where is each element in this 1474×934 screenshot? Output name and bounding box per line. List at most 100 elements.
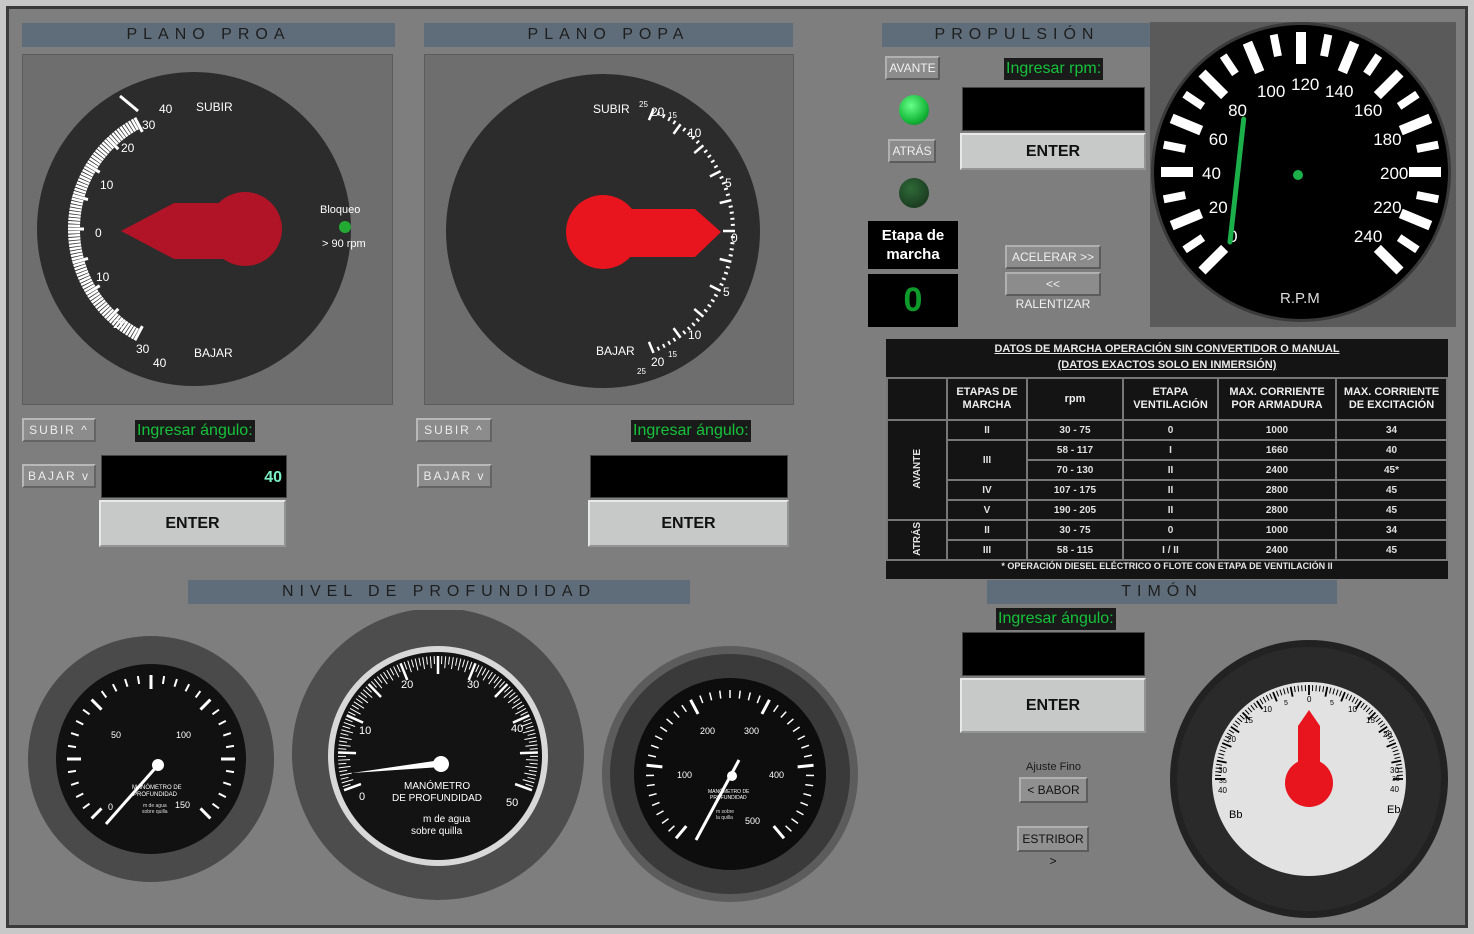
g3-tick (719, 690, 722, 699)
g3-tick (797, 763, 814, 769)
cell: III (946, 439, 1028, 481)
g2-text-2: DE PROFUNDIDAD (392, 793, 482, 804)
timon-enter-button[interactable]: ENTER (960, 678, 1146, 733)
avante-led (899, 95, 929, 125)
bloqueo-led (339, 221, 351, 233)
popa-tick (725, 193, 731, 197)
popa-tick (728, 205, 733, 208)
proa-bajar-button[interactable]: BAJAR v (22, 464, 96, 488)
cell: 0 (1122, 519, 1219, 541)
proa-tick-0: 0 (95, 226, 102, 240)
cell: 45 (1335, 479, 1448, 501)
cell: 190 - 205 (1026, 499, 1124, 521)
popa-enter-button[interactable]: ENTER (588, 500, 789, 547)
depth-gauge-2: 0 10 20 30 40 50 MANÓMETRO DE PROFUNDIDA… (292, 610, 584, 900)
timon-label-15r: 15 (1366, 716, 1375, 725)
proa-tick (68, 243, 82, 248)
cell: II (946, 419, 1028, 441)
g1-label-100: 100 (176, 730, 191, 740)
popa-bot-25: 25 (637, 367, 646, 376)
timon-angle-input[interactable] (962, 632, 1145, 676)
g2-label-40: 40 (511, 723, 523, 735)
rpm-enter-button[interactable]: ENTER (960, 133, 1146, 170)
th-ventilacion: ETAPA VENTILACIÓN (1122, 377, 1219, 421)
proa-tick-20: 20 (121, 141, 135, 155)
cell: 34 (1335, 519, 1448, 541)
babor-button[interactable]: < BABOR (1019, 777, 1088, 803)
estribor-button[interactable]: ESTRIBOR > (1017, 826, 1089, 868)
ralentizar-button[interactable]: << RALENTIZAR (1005, 272, 1101, 311)
g2-tick (338, 748, 347, 750)
cell: 2800 (1217, 479, 1337, 501)
g3-label-200: 200 (700, 726, 715, 736)
proa-gauge: SUBIR BAJAR 40 30 20 10 0 10 20 30 40 Bl… (37, 72, 366, 386)
bloqueo-rpm-label: > 90 rpm (322, 238, 366, 250)
rpm-label: 40 (1202, 164, 1221, 183)
depth-gauge-1-dial (56, 664, 246, 854)
rpm-label: 180 (1373, 130, 1401, 149)
rpm-tick (1269, 33, 1282, 58)
cell: 58 - 115 (1026, 539, 1124, 561)
cell: 58 - 117 (1026, 439, 1124, 461)
popa-bot-20: 20 (651, 355, 665, 369)
table-row: III 58 - 115 I / II 2400 45 (887, 539, 1448, 561)
avante-group-label: AVANTE (911, 448, 923, 489)
g1-label-50: 50 (111, 730, 121, 740)
th-rpm: rpm (1026, 377, 1124, 421)
avante-button[interactable]: AVANTE (885, 56, 940, 80)
popa-gauge: SUBIR BAJAR 25 20 15 10 5 0 5 10 15 20 2… (446, 74, 760, 388)
timon-header: TIMÓN (987, 580, 1337, 604)
proa-gauge-panel: SUBIR BAJAR 40 30 20 10 0 10 20 30 40 Bl… (22, 54, 393, 405)
popa-subir-button[interactable]: SUBIR ^ (416, 418, 492, 442)
popa-bajar-button[interactable]: BAJAR v (417, 464, 492, 488)
proa-subir-button[interactable]: SUBIR ^ (22, 418, 96, 442)
cell: 40 (1335, 439, 1448, 461)
timon-label-10r: 10 (1348, 705, 1357, 714)
proa-tick-b10: 10 (96, 270, 110, 284)
acelerar-button[interactable]: ACELERAR >> (1005, 245, 1101, 269)
g2-needle-hub (433, 756, 449, 772)
proa-tick (68, 240, 81, 244)
g2-text-1: MANÓMETRO (404, 779, 470, 792)
g1-tick (67, 744, 77, 749)
rpm-gauge-panel: 020406080100120140160180200220240 R.P.M (1150, 22, 1456, 327)
popa-bot-15: 15 (668, 350, 677, 359)
g1-text-4: sobre quilla (142, 809, 168, 815)
rpm-label: 140 (1325, 82, 1353, 101)
cell: 30 - 75 (1026, 419, 1124, 441)
rpm-input-label: Ingresar rpm: (1004, 58, 1104, 80)
table-title-2: (DATOS EXACTOS SOLO EN INMERSIÓN) (1057, 359, 1277, 371)
proa-angle-input[interactable]: 40 (101, 455, 287, 498)
proa-enter-button[interactable]: ENTER (99, 500, 286, 547)
g1-tick (67, 769, 77, 774)
timon-label-5r: 5 (1330, 700, 1334, 707)
proa-bajar-label: BAJAR (194, 346, 233, 360)
g3-text-4: la quilla (716, 815, 733, 821)
cell: II (1122, 459, 1219, 481)
proa-pointer-hub (208, 192, 282, 266)
g2-tick (338, 751, 357, 755)
timon-label-0: 0 (1307, 695, 1312, 704)
popa-top-25: 25 (639, 100, 648, 109)
proa-tick-b30: 30 (136, 342, 150, 356)
rpm-label: 160 (1354, 101, 1382, 120)
cell: 45* (1335, 459, 1448, 481)
popa-top-10: 10 (688, 126, 702, 140)
cell: II (946, 519, 1028, 541)
rpm-input[interactable] (962, 87, 1145, 131)
rpm-tick (1320, 33, 1333, 58)
g3-text-1: MANÓMETRO DE (708, 788, 750, 795)
g3-text-2: PROFUNDIDAD (710, 795, 747, 801)
timon-label-35r: 35 (1392, 776, 1400, 783)
g3-label-100: 100 (677, 770, 692, 780)
g3-label-300: 300 (744, 726, 759, 736)
timon-label-10l: 10 (1263, 705, 1272, 714)
popa-angle-input[interactable] (590, 455, 788, 498)
rpm-label: 240 (1354, 227, 1382, 246)
timon-label-35l: 35 (1219, 778, 1227, 785)
atras-button[interactable]: ATRÁS (888, 139, 936, 163)
popa-subir-label: SUBIR (593, 102, 630, 116)
popa-top-15: 15 (668, 111, 677, 120)
timon-gauge: 0 5 10 15 20 30 35 40 5 10 15 20 30 35 4… (1170, 640, 1448, 918)
ajuste-fino-label: Ajuste Fino (1026, 761, 1082, 773)
